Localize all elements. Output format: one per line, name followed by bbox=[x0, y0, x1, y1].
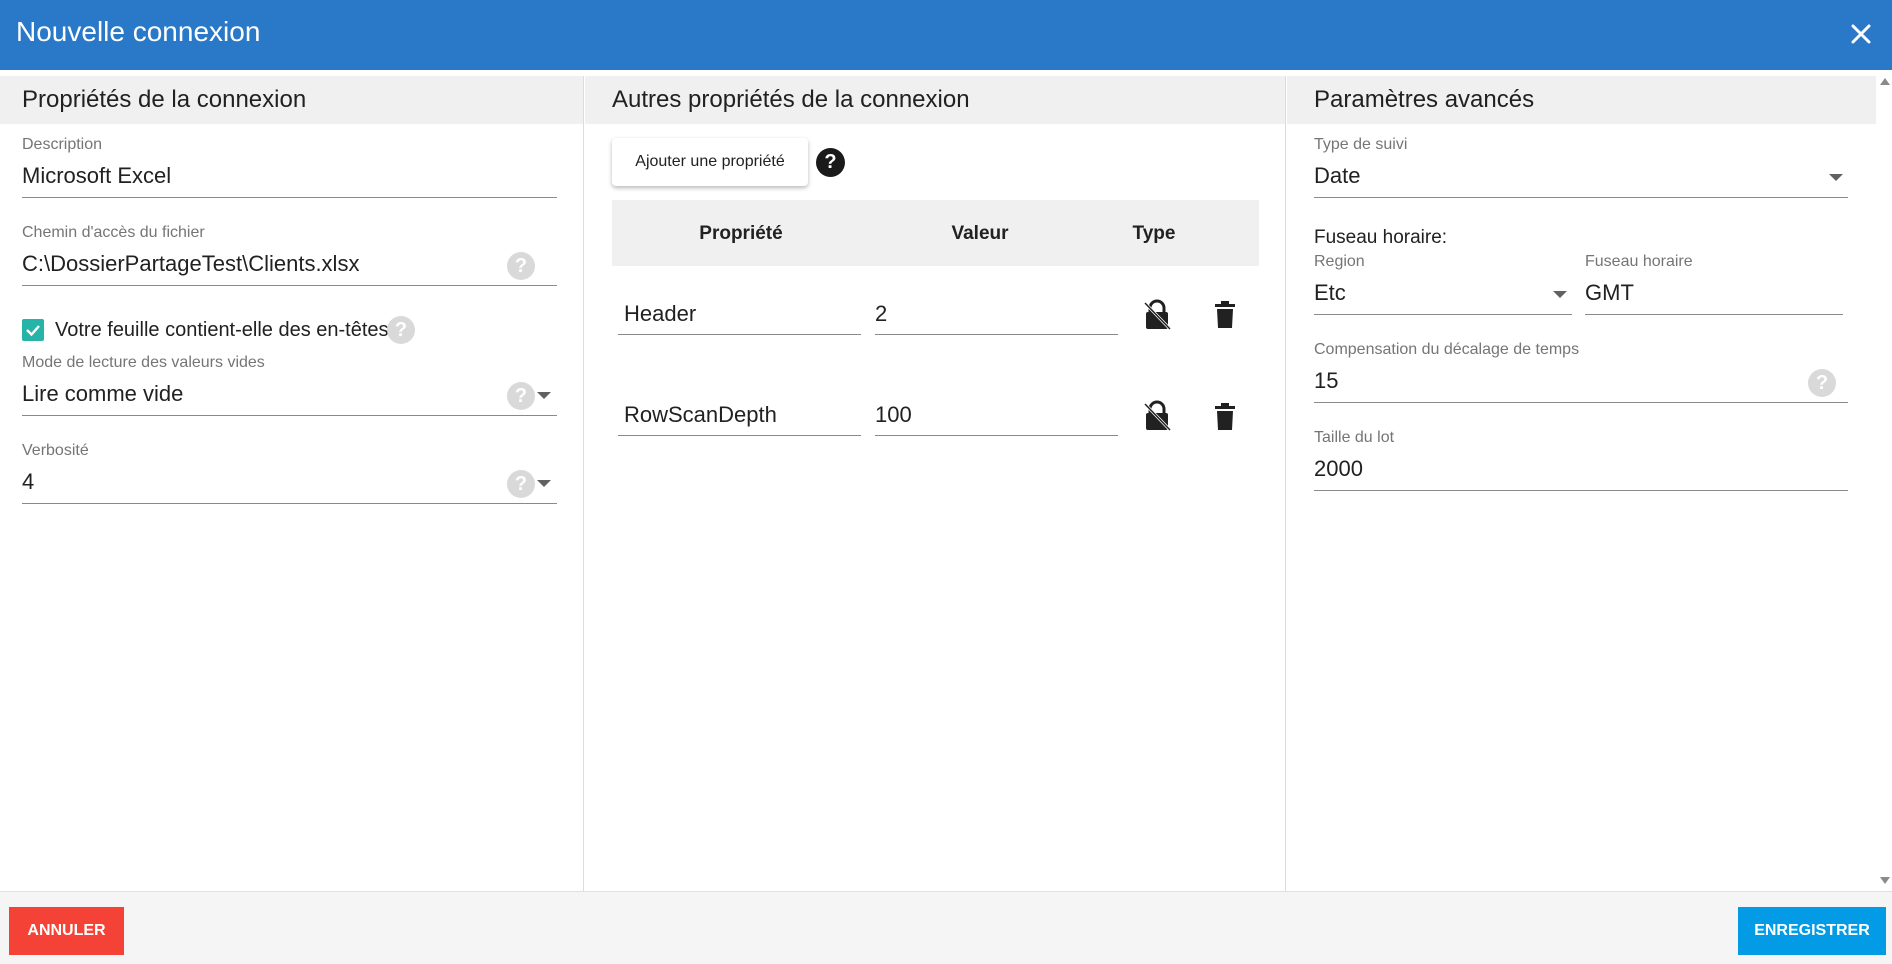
other-properties-header: Autres propriétés de la connexion bbox=[585, 76, 1285, 124]
dialog-footer: ANNULER ENREGISTRER bbox=[0, 891, 1892, 964]
time-offset-field[interactable]: Compensation du décalage de temps 15 ? bbox=[1314, 341, 1848, 403]
properties-table-header: Propriété Valeur Type bbox=[612, 200, 1259, 266]
region-select[interactable]: Region Etc bbox=[1314, 253, 1572, 315]
scroll-up-arrow-icon[interactable] bbox=[1880, 78, 1890, 85]
time-offset-help-icon[interactable]: ? bbox=[1808, 369, 1836, 397]
empty-values-help-icon[interactable]: ? bbox=[507, 382, 535, 410]
connection-properties-panel: Propriétés de la connexion Description M… bbox=[0, 76, 584, 891]
time-offset-value[interactable]: 15 bbox=[1314, 368, 1338, 394]
dialog-title: Nouvelle connexion bbox=[16, 16, 261, 47]
new-connection-dialog: Nouvelle connexion Propriétés de la conn… bbox=[0, 0, 1892, 964]
file-path-field[interactable]: Chemin d'accès du fichier C:\DossierPart… bbox=[22, 224, 557, 286]
chevron-down-icon[interactable] bbox=[1829, 174, 1843, 181]
add-property-button[interactable]: Ajouter une propriété bbox=[612, 138, 808, 186]
column-type: Type bbox=[1132, 223, 1176, 244]
property-value-input[interactable]: 100 bbox=[875, 402, 1118, 436]
tracking-type-label: Type de suivi bbox=[1314, 136, 1408, 153]
region-value[interactable]: Etc bbox=[1314, 280, 1346, 306]
property-value-value: 100 bbox=[875, 402, 912, 427]
property-name-input[interactable]: Header bbox=[618, 301, 861, 335]
empty-values-mode-value[interactable]: Lire comme vide bbox=[22, 381, 183, 407]
other-properties-panel: Autres propriétés de la connexion bbox=[585, 76, 1286, 891]
timezone-value[interactable]: GMT bbox=[1585, 280, 1634, 306]
lock-off-icon[interactable] bbox=[1143, 299, 1171, 331]
empty-values-mode-select[interactable]: Mode de lecture des valeurs vides Lire c… bbox=[22, 354, 557, 416]
batch-size-value[interactable]: 2000 bbox=[1314, 456, 1363, 482]
scroll-down-arrow-icon[interactable] bbox=[1880, 877, 1890, 884]
column-value: Valeur bbox=[951, 223, 1009, 244]
property-value-input[interactable]: 2 bbox=[875, 301, 1118, 335]
batch-size-label: Taille du lot bbox=[1314, 429, 1395, 446]
batch-size-field[interactable]: Taille du lot 2000 bbox=[1314, 429, 1848, 491]
empty-values-mode-label: Mode de lecture des valeurs vides bbox=[22, 354, 265, 371]
file-path-input[interactable]: C:\DossierPartageTest\Clients.xlsx bbox=[22, 251, 359, 277]
advanced-settings-panel: Paramètres avancés Type de suivi Date Fu… bbox=[1287, 76, 1876, 891]
property-name-value: RowScanDepth bbox=[624, 402, 777, 427]
property-name-input[interactable]: RowScanDepth bbox=[618, 402, 861, 436]
time-offset-label: Compensation du décalage de temps bbox=[1314, 341, 1580, 358]
headers-checkbox-label: Votre feuille contient-elle des en-têtes… bbox=[55, 319, 406, 341]
lock-off-icon[interactable] bbox=[1143, 400, 1171, 432]
advanced-settings-header: Paramètres avancés bbox=[1287, 76, 1876, 124]
timezone-label: Fuseau horaire bbox=[1585, 253, 1693, 270]
cancel-button[interactable]: ANNULER bbox=[9, 907, 124, 955]
timezone-field[interactable]: Fuseau horaire GMT bbox=[1585, 253, 1843, 315]
connection-properties-header: Propriétés de la connexion bbox=[0, 76, 583, 124]
add-property-help-icon[interactable]: ? bbox=[816, 148, 845, 177]
file-path-label: Chemin d'accès du fichier bbox=[22, 224, 205, 241]
trash-icon[interactable] bbox=[1214, 301, 1236, 329]
verbosity-select[interactable]: Verbosité 4 ? bbox=[22, 442, 557, 504]
chevron-down-icon[interactable] bbox=[537, 392, 551, 399]
close-icon[interactable] bbox=[1844, 17, 1878, 51]
description-label: Description bbox=[22, 136, 103, 153]
verbosity-help-icon[interactable]: ? bbox=[507, 470, 535, 498]
vertical-scrollbar[interactable] bbox=[1876, 72, 1892, 890]
verbosity-value[interactable]: 4 bbox=[22, 469, 34, 495]
property-name-value: Header bbox=[624, 301, 697, 326]
region-label: Region bbox=[1314, 253, 1365, 270]
column-property: Propriété bbox=[699, 223, 783, 244]
headers-checkbox[interactable] bbox=[22, 319, 44, 341]
save-button[interactable]: ENREGISTRER bbox=[1738, 907, 1886, 955]
headers-help-icon[interactable]: ? bbox=[387, 316, 415, 344]
description-input[interactable]: Microsoft Excel bbox=[22, 163, 171, 189]
chevron-down-icon[interactable] bbox=[1553, 291, 1567, 298]
dialog-body: Propriétés de la connexion Description M… bbox=[0, 76, 1876, 891]
tracking-type-select[interactable]: Type de suivi Date bbox=[1314, 136, 1848, 198]
description-field[interactable]: Description Microsoft Excel bbox=[22, 136, 557, 198]
dialog-titlebar: Nouvelle connexion bbox=[0, 0, 1892, 70]
chevron-down-icon[interactable] bbox=[537, 480, 551, 487]
verbosity-label: Verbosité bbox=[22, 442, 89, 459]
tracking-type-value[interactable]: Date bbox=[1314, 163, 1360, 189]
trash-icon[interactable] bbox=[1214, 403, 1236, 431]
check-icon bbox=[26, 325, 40, 337]
timezone-section-title: Fuseau horaire: bbox=[1314, 227, 1448, 248]
file-path-help-icon[interactable]: ? bbox=[507, 252, 535, 280]
property-value-value: 2 bbox=[875, 301, 888, 326]
